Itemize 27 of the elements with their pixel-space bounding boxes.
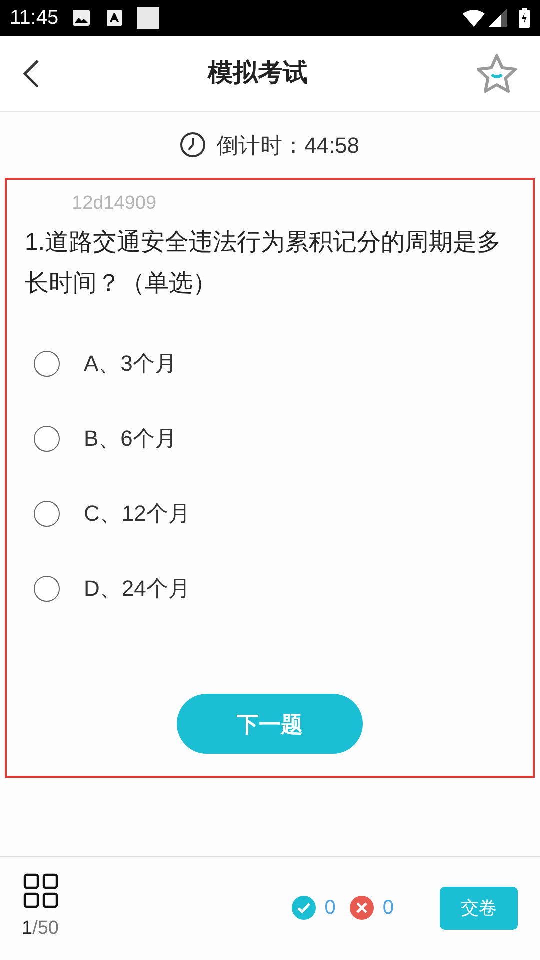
answer-option[interactable]: D、24个月 bbox=[25, 551, 515, 626]
answer-option[interactable]: B、6个月 bbox=[25, 401, 515, 476]
correct-count: 0 bbox=[324, 896, 336, 921]
radio-button[interactable] bbox=[34, 576, 60, 602]
grid-icon[interactable] bbox=[22, 872, 58, 909]
radio-button[interactable] bbox=[34, 350, 60, 376]
image-icon bbox=[72, 10, 90, 26]
wrong-count: 0 bbox=[382, 896, 394, 921]
placeholder-icon bbox=[136, 7, 159, 29]
wifi-icon bbox=[463, 10, 485, 26]
star-icon[interactable] bbox=[476, 54, 518, 94]
countdown-timer: 倒计时：44:58 bbox=[216, 132, 360, 160]
battery-icon bbox=[519, 8, 530, 28]
check-icon bbox=[292, 896, 316, 920]
signal-icon bbox=[489, 9, 507, 27]
radio-button[interactable] bbox=[34, 426, 60, 452]
question-text: 1.道路交通安全违法行为累积记分的周期是多长时间？（单选） bbox=[25, 228, 502, 299]
clock-time: 11:45 bbox=[10, 6, 59, 31]
cross-icon bbox=[350, 896, 374, 920]
answer-option[interactable]: C、12个月 bbox=[25, 476, 515, 551]
back-icon[interactable] bbox=[22, 58, 40, 88]
font-icon bbox=[106, 10, 122, 26]
question-code: 12d14909 bbox=[72, 192, 158, 216]
radio-button[interactable] bbox=[34, 500, 60, 526]
answer-option[interactable]: A、3个月 bbox=[25, 326, 515, 401]
page-title: 模拟考试 bbox=[208, 58, 308, 89]
clock-icon bbox=[180, 132, 206, 158]
